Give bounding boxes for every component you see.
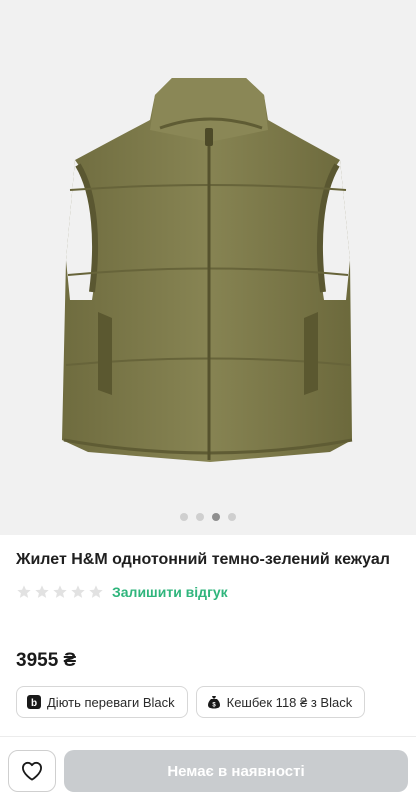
leave-review-link[interactable]: Залишити відгук: [112, 584, 228, 600]
bonus-b-icon: b: [27, 695, 41, 709]
bottom-action-bar: Немає в наявності: [0, 737, 416, 800]
money-bag-icon: $: [207, 695, 221, 709]
product-title: Жилет H&M однотонний темно-зелений кежуа…: [16, 551, 390, 568]
star-icon[interactable]: [16, 584, 32, 600]
gallery-pagination[interactable]: [0, 513, 416, 521]
black-benefits-chip[interactable]: b Діють переваги Black: [16, 686, 188, 718]
cashback-label: Кешбек 118 ₴ з Black: [226, 694, 353, 710]
gallery-dot-1[interactable]: [180, 513, 188, 521]
star-icon[interactable]: [88, 584, 104, 600]
product-photo-vest: [62, 78, 353, 462]
svg-text:b: b: [31, 698, 37, 709]
rating-row: Залишити відгук: [16, 582, 400, 602]
gallery-dot-2[interactable]: [196, 513, 204, 521]
gallery-dot-3-active[interactable]: [212, 513, 220, 521]
black-benefits-label: Діють переваги Black: [47, 694, 175, 710]
product-image-gallery[interactable]: [0, 0, 416, 535]
benefit-chips: b Діють переваги Black $ Кешбек 118 ₴ з …: [16, 686, 366, 718]
cashback-chip[interactable]: $ Кешбек 118 ₴ з Black: [195, 686, 366, 718]
product-info: Жилет H&M однотонний темно-зелений кежуа…: [16, 548, 400, 602]
star-icon[interactable]: [52, 584, 68, 600]
product-price: 3955 ₴: [16, 650, 77, 671]
favorite-button[interactable]: [8, 750, 56, 792]
out-of-stock-button[interactable]: Немає в наявності: [64, 750, 408, 792]
star-icon[interactable]: [34, 584, 50, 600]
heart-icon: [21, 761, 42, 781]
star-icon[interactable]: [70, 584, 86, 600]
gallery-dot-4[interactable]: [228, 513, 236, 521]
